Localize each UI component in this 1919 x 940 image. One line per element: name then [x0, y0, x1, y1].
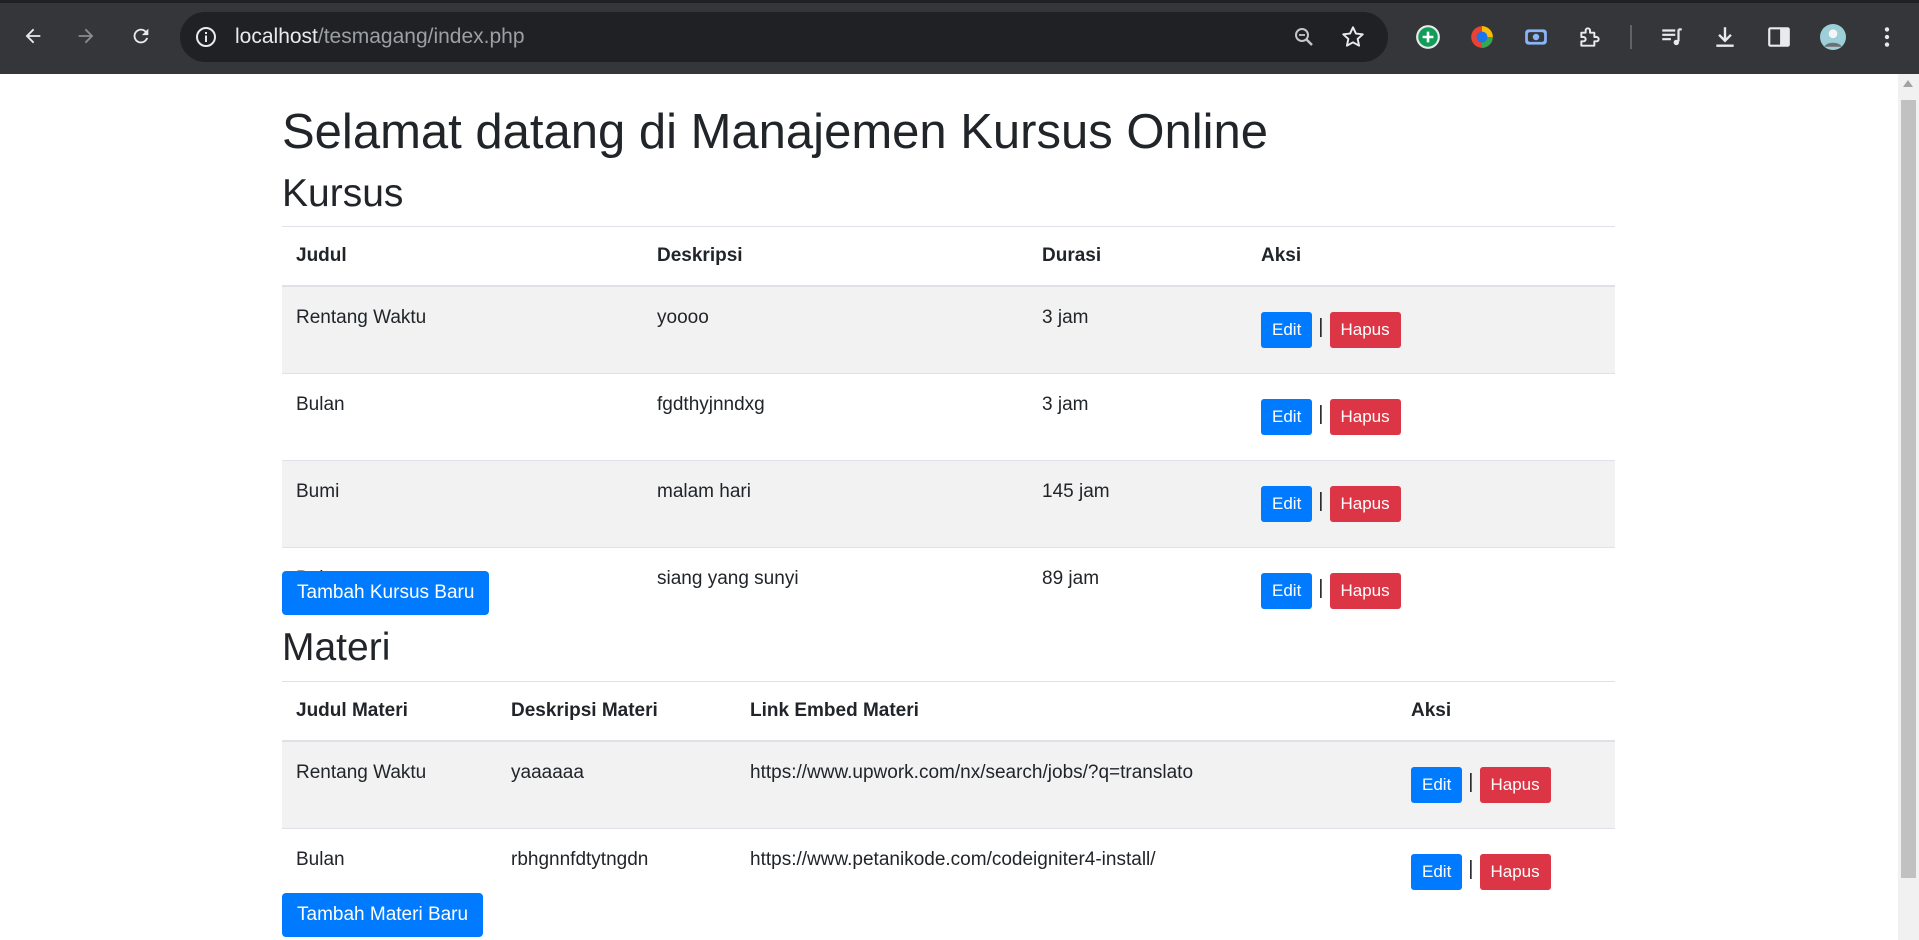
cell-deskripsi: yoooo — [643, 285, 1028, 374]
table-header-row: Judul Materi Deskripsi Materi Link Embed… — [282, 681, 1615, 742]
add-materi-button[interactable]: Tambah Materi Baru — [282, 893, 484, 937]
cell-aksi: Edit | Hapus — [1247, 460, 1615, 548]
avatar — [1820, 24, 1846, 50]
zoom-icon[interactable] — [1292, 25, 1316, 49]
kursus-heading: Kursus — [282, 172, 404, 215]
cell-aksi: Edit | Hapus — [1247, 547, 1615, 634]
cell-deskripsi: malam hari — [643, 460, 1028, 548]
side-panel-button[interactable] — [1765, 23, 1793, 51]
media-button[interactable] — [1658, 23, 1686, 51]
cell-deskripsi-materi: yaaaaaa — [497, 740, 736, 829]
column-header-judul-materi: Judul Materi — [282, 681, 497, 742]
edit-button[interactable]: Edit — [1261, 399, 1313, 435]
action-separator: | — [1468, 770, 1474, 793]
cell-aksi: Edit | Hapus — [1397, 740, 1615, 829]
extensions-button[interactable] — [1576, 23, 1604, 51]
download-icon — [1716, 27, 1734, 47]
cell-durasi: 3 jam — [1028, 373, 1247, 461]
table-header-row: Judul Deskripsi Durasi Aksi — [282, 226, 1615, 287]
reload-icon — [133, 28, 149, 44]
url-host: localhost — [235, 25, 318, 48]
materi-table: Judul Materi Deskripsi Materi Link Embed… — [282, 681, 1615, 915]
address-bar[interactable]: localhost/tesmagang/index.php — [180, 12, 1388, 62]
action-separator: | — [1468, 857, 1474, 880]
add-kursus-button[interactable]: Tambah Kursus Baru — [282, 571, 490, 615]
edit-button[interactable]: Edit — [1261, 573, 1313, 609]
action-separator: | — [1318, 315, 1324, 338]
action-separator: | — [1318, 402, 1324, 425]
extension-screen-button[interactable] — [1522, 23, 1550, 51]
edit-button[interactable]: Edit — [1261, 486, 1313, 522]
delete-button[interactable]: Hapus — [1329, 573, 1401, 609]
cell-aksi: Edit | Hapus — [1397, 828, 1615, 915]
forward-button[interactable] — [70, 20, 102, 52]
back-button[interactable] — [17, 20, 49, 52]
column-header-deskripsi: Deskripsi — [643, 226, 1028, 287]
cell-deskripsi: fgdthyjnndxg — [643, 373, 1028, 461]
page-title: Selamat datang di Manajemen Kursus Onlin… — [282, 105, 1269, 159]
action-separator: | — [1318, 489, 1324, 512]
column-header-deskripsi-materi: Deskripsi Materi — [497, 681, 736, 742]
color-wheel-icon — [1471, 26, 1493, 48]
delete-button[interactable]: Hapus — [1329, 312, 1401, 348]
cell-deskripsi-materi: rbhgnnfdtytngdn — [497, 828, 736, 915]
downloads-button[interactable] — [1711, 23, 1739, 51]
extension-color-button[interactable] — [1468, 23, 1496, 51]
reload-button[interactable] — [125, 20, 157, 52]
column-header-judul: Judul — [282, 226, 643, 287]
arrow-right-icon — [78, 28, 94, 44]
cell-durasi: 145 jam — [1028, 460, 1247, 548]
playlist-music-icon — [1662, 28, 1682, 46]
cell-judul: Bumi — [282, 460, 643, 548]
column-header-aksi: Aksi — [1397, 681, 1615, 742]
cell-durasi: 3 jam — [1028, 285, 1247, 374]
star-icon[interactable] — [1340, 24, 1366, 50]
browser-toolbar: localhost/tesmagang/index.php — [0, 0, 1919, 74]
table-row: Bulan fgdthyjnndxg 3 jam Edit | Hapus — [282, 373, 1615, 461]
table-row: Rentang Waktu yoooo 3 jam Edit | Hapus — [282, 285, 1615, 374]
vertical-scrollbar[interactable] — [1898, 74, 1919, 940]
url-text[interactable]: localhost/tesmagang/index.php — [235, 25, 525, 49]
cell-judul-materi: Rentang Waktu — [282, 740, 497, 829]
table-row: Rentang Waktu yaaaaaa https://www.upwork… — [282, 740, 1615, 829]
cell-durasi: 89 jam — [1028, 547, 1247, 634]
column-header-aksi: Aksi — [1247, 226, 1615, 287]
scroll-up-arrow[interactable] — [1903, 80, 1913, 87]
screen-record-icon — [1525, 29, 1547, 45]
action-separator: | — [1318, 576, 1324, 599]
cell-aksi: Edit | Hapus — [1247, 285, 1615, 374]
delete-button[interactable]: Hapus — [1479, 767, 1551, 803]
cell-link-embed: https://www.petanikode.com/codeigniter4-… — [736, 828, 1397, 915]
cell-aksi: Edit | Hapus — [1247, 373, 1615, 461]
tab-strip-edge — [0, 0, 1919, 3]
edit-button[interactable]: Edit — [1411, 854, 1463, 890]
scrollbar-thumb[interactable] — [1901, 100, 1916, 878]
cell-judul: Rentang Waktu — [282, 285, 643, 374]
page-viewport: Selamat datang di Manajemen Kursus Onlin… — [0, 74, 1898, 940]
side-panel-icon — [1768, 27, 1790, 47]
delete-button[interactable]: Hapus — [1329, 486, 1401, 522]
delete-button[interactable]: Hapus — [1329, 399, 1401, 435]
cell-deskripsi: siang yang sunyi — [643, 547, 1028, 634]
cell-judul: Bulan — [282, 373, 643, 461]
materi-heading: Materi — [282, 626, 391, 669]
extension-plus-button[interactable] — [1414, 23, 1442, 51]
delete-button[interactable]: Hapus — [1479, 854, 1551, 890]
url-path: /tesmagang/index.php — [317, 25, 525, 48]
puzzle-icon — [1580, 27, 1600, 47]
info-icon[interactable] — [194, 25, 218, 49]
column-header-durasi: Durasi — [1028, 226, 1247, 287]
column-header-link-embed: Link Embed Materi — [736, 681, 1397, 742]
table-row: Bumi malam hari 145 jam Edit | Hapus — [282, 460, 1615, 548]
profile-button[interactable] — [1819, 23, 1847, 51]
more-vertical-icon — [1884, 27, 1890, 47]
cell-link-embed: https://www.upwork.com/nx/search/jobs/?q… — [736, 740, 1397, 829]
plus-circle-icon — [1416, 25, 1440, 49]
arrow-left-icon — [25, 28, 41, 44]
edit-button[interactable]: Edit — [1411, 767, 1463, 803]
toolbar-divider — [1630, 25, 1632, 49]
menu-button[interactable] — [1873, 23, 1901, 51]
edit-button[interactable]: Edit — [1261, 312, 1313, 348]
